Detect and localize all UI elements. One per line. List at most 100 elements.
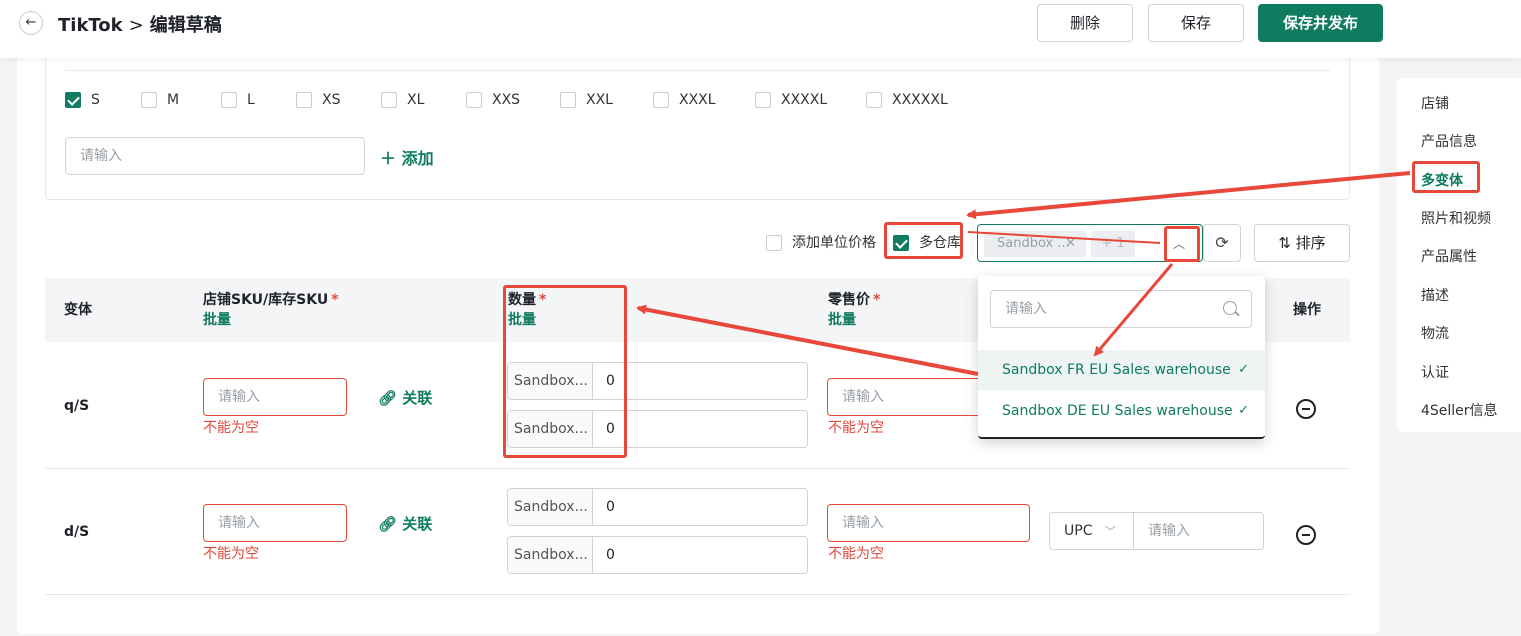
size-option-xl[interactable]: XL <box>381 91 424 109</box>
check-icon: ✓ <box>1238 362 1249 377</box>
link-icon: 🔗︎ <box>378 389 403 407</box>
link-label: 关联 <box>402 389 433 407</box>
nav-item-4seller[interactable]: 4Seller信息 <box>1421 400 1498 420</box>
code-type-select[interactable]: UPC ﹀ <box>1050 513 1134 549</box>
nav-item-product-info[interactable]: 产品信息 <box>1421 131 1477 151</box>
checkbox-icon[interactable] <box>560 92 576 108</box>
sort-label: 排序 <box>1295 234 1326 252</box>
size-option-xxxxl[interactable]: XXXXL <box>755 91 827 109</box>
code-input[interactable]: 请输入 <box>1148 513 1190 549</box>
size-options-box <box>45 58 1350 200</box>
warehouse-qty[interactable]: 0 <box>606 489 615 525</box>
checkbox-icon[interactable] <box>221 92 237 108</box>
code-type-label: UPC <box>1064 523 1093 539</box>
annotation-box <box>884 222 963 259</box>
delete-button[interactable]: 删除 <box>1037 4 1133 42</box>
back-arrow-icon[interactable]: ← <box>19 11 43 35</box>
link-sku-button[interactable]: 🔗︎ 关联 <box>378 387 432 408</box>
top-bar: ← TikTok > 编辑草稿 删除 保存 保存并发布 <box>0 0 1521 58</box>
checkbox-icon[interactable] <box>141 92 157 108</box>
checkbox-checked-icon[interactable] <box>65 92 81 108</box>
header-variant: 变体 <box>64 302 92 318</box>
option-label: Sandbox DE EU Sales warehouse <box>1002 403 1233 419</box>
app-name: TikTok <box>58 15 123 36</box>
size-option-xxl[interactable]: XXL <box>560 91 613 109</box>
size-option-xxxl[interactable]: XXXL <box>653 91 716 109</box>
nav-item-description[interactable]: 描述 <box>1421 285 1449 305</box>
size-label: L <box>247 92 255 108</box>
sort-button[interactable]: ⇅ 排序 <box>1254 224 1350 262</box>
variant-name: d/S <box>64 524 90 540</box>
price-error: 不能为空 <box>828 546 884 562</box>
size-option-xs[interactable]: XS <box>296 91 340 109</box>
close-icon[interactable]: ✕ <box>1065 231 1076 257</box>
size-option-m[interactable]: M <box>141 91 179 109</box>
plus-icon: ＋ <box>380 149 402 168</box>
page-title: TikTok > 编辑草稿 <box>58 11 222 37</box>
sku-input[interactable]: 请输入 <box>203 378 347 416</box>
size-label: XXXL <box>679 92 716 108</box>
bulk-link[interactable]: 批量 <box>828 310 880 330</box>
warehouse-qty-field[interactable]: Sandbox... 0 <box>507 488 808 526</box>
search-icon <box>1223 301 1237 315</box>
checkbox-icon[interactable] <box>296 92 312 108</box>
size-label: XXS <box>492 92 521 108</box>
size-option-l[interactable]: L <box>221 91 255 109</box>
required-mark: * <box>331 292 339 308</box>
dropdown-option[interactable]: Sandbox FR EU Sales warehouse ✓ <box>978 350 1265 390</box>
check-icon: ✓ <box>1238 403 1249 418</box>
header-sku: 店铺SKU/库存SKU * 批量 <box>203 290 339 330</box>
dropdown-option[interactable]: Sandbox DE EU Sales warehouse ✓ <box>978 391 1265 431</box>
nav-item-logistics[interactable]: 物流 <box>1421 323 1449 343</box>
size-option-xxs[interactable]: XXS <box>466 91 520 109</box>
warehouse-qty-field[interactable]: Sandbox... 0 <box>507 536 808 574</box>
size-option-s[interactable]: S <box>65 91 100 109</box>
save-button[interactable]: 保存 <box>1148 4 1244 42</box>
sku-input[interactable]: 请输入 <box>203 504 347 542</box>
size-label: XXXXL <box>781 92 828 108</box>
nav-item-media[interactable]: 照片和视频 <box>1421 208 1491 228</box>
dropdown-search-input[interactable]: 请输入 <box>990 290 1252 328</box>
sku-error: 不能为空 <box>203 420 259 436</box>
bulk-link[interactable]: 批量 <box>203 310 339 330</box>
remove-row-icon[interactable] <box>1296 525 1316 545</box>
unit-price-label: 添加单位价格 <box>792 235 876 251</box>
nav-item-certification[interactable]: 认证 <box>1421 362 1449 382</box>
remove-row-icon[interactable] <box>1296 399 1316 419</box>
nav-item-attributes[interactable]: 产品属性 <box>1421 246 1477 266</box>
chevron-down-icon: ﹀ <box>1104 525 1116 538</box>
checkbox-icon[interactable] <box>766 235 782 251</box>
size-option-xxxxxl[interactable]: XXXXXL <box>866 91 948 109</box>
add-size-button[interactable]: ＋ 添加 <box>380 145 434 169</box>
checkbox-icon[interactable] <box>653 92 669 108</box>
price-input[interactable]: 请输入 <box>827 378 987 416</box>
checkbox-icon[interactable] <box>381 92 397 108</box>
unit-price-option[interactable]: 添加单位价格 <box>766 234 876 252</box>
warehouse-name: Sandbox... <box>508 489 593 525</box>
more-tag: + 1 <box>1091 231 1135 257</box>
refresh-icon[interactable]: ⟳ <box>1203 224 1241 262</box>
sort-icon: ⇅ <box>1278 234 1296 252</box>
checkbox-icon[interactable] <box>866 92 882 108</box>
link-icon: 🔗︎ <box>378 515 403 533</box>
warehouse-dropdown: 请输入 Sandbox FR EU Sales warehouse ✓ Sandb… <box>978 276 1265 439</box>
header-action: 操作 <box>1293 302 1321 318</box>
checkbox-icon[interactable] <box>466 92 482 108</box>
annotation-box <box>503 285 627 458</box>
size-label: XXXXXL <box>892 92 948 108</box>
size-label: M <box>167 92 180 108</box>
link-sku-button[interactable]: 🔗︎ 关联 <box>378 513 432 534</box>
page-name: 编辑草稿 <box>149 15 222 36</box>
nav-item-store[interactable]: 店铺 <box>1421 93 1449 113</box>
save-and-publish-button[interactable]: 保存并发布 <box>1258 4 1383 42</box>
selected-warehouse-tag: Sandbox ... ✕ <box>984 231 1086 257</box>
custom-size-input[interactable]: 请输入 <box>65 137 365 175</box>
price-input[interactable]: 请输入 <box>827 504 1030 542</box>
annotation-box <box>1164 226 1200 262</box>
add-label: 添加 <box>401 149 434 168</box>
warehouse-qty[interactable]: 0 <box>606 537 615 573</box>
product-code-field[interactable]: UPC ﹀ 请输入 <box>1049 512 1264 550</box>
checkbox-icon[interactable] <box>755 92 771 108</box>
row-divider <box>45 594 1350 595</box>
option-label: Sandbox FR EU Sales warehouse <box>1002 362 1231 378</box>
